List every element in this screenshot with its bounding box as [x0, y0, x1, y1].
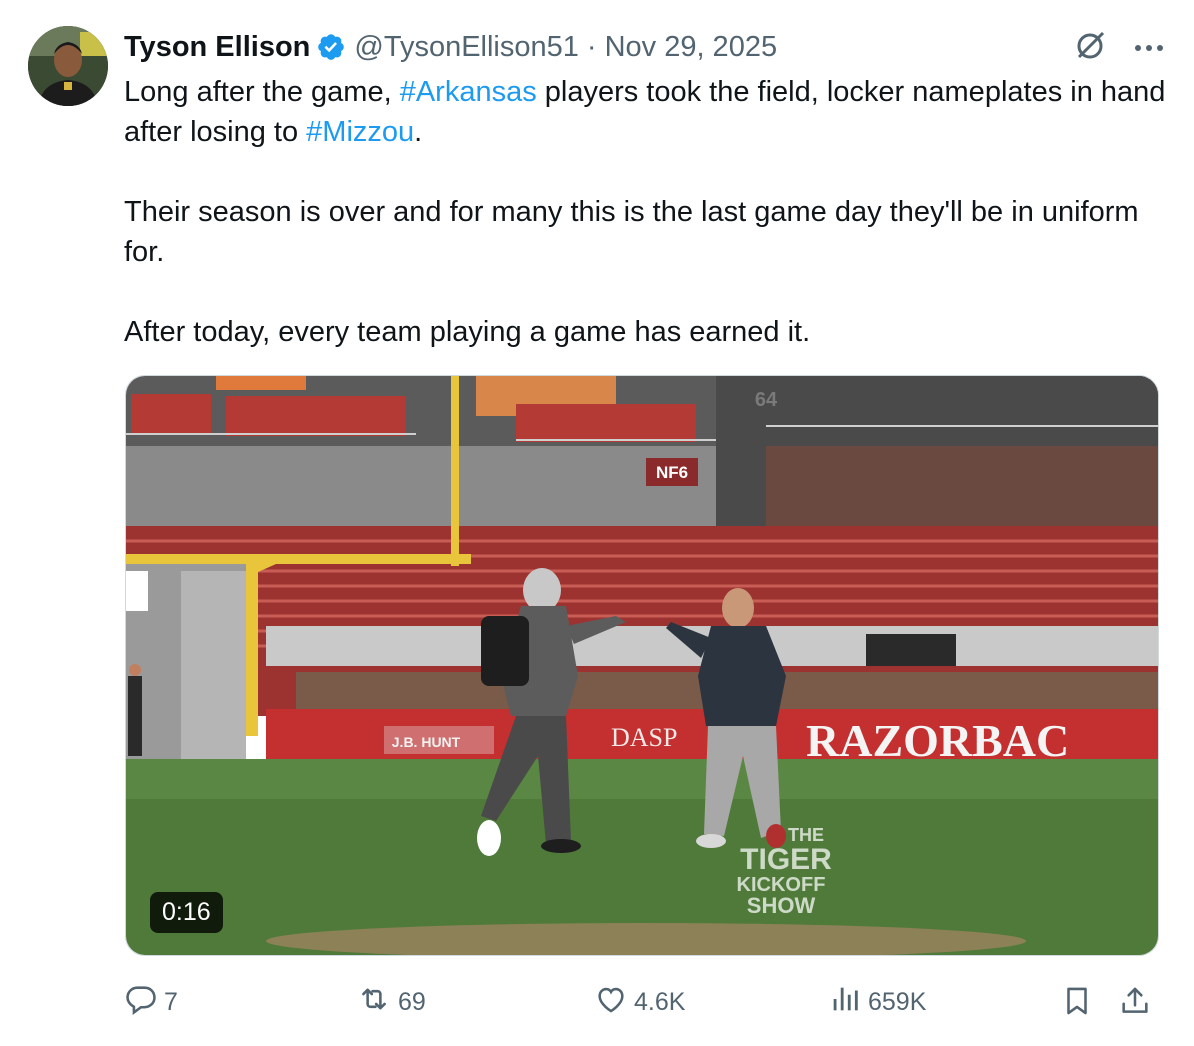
tweet-paragraph: After today, every team playing a game h…: [124, 316, 811, 348]
author-handle[interactable]: @TysonEllison51: [354, 31, 579, 64]
repost-icon: [356, 982, 398, 1023]
repost-button[interactable]: 69: [356, 982, 426, 1023]
tweet-paragraph: Long after the game, #Arkansas players t…: [124, 76, 1166, 148]
video-duration: 0:16: [150, 892, 223, 933]
sign-jb-hunt: J.B. HUNT: [392, 734, 461, 750]
more-icon[interactable]: [1134, 40, 1164, 58]
sign-dasp: DASP: [611, 723, 677, 752]
hashtag-mizzou[interactable]: #Mizzou: [306, 116, 414, 148]
bookmark-icon: [1060, 982, 1100, 1027]
tweet-paragraph: Their season is over and for many this i…: [124, 196, 1139, 268]
separator-dot: ·: [586, 30, 597, 63]
tweet-header: Tyson Ellison @TysonEllison51 · Nov 29, …: [124, 30, 777, 64]
author-name[interactable]: Tyson Ellison: [124, 31, 310, 64]
hashtag-arkansas[interactable]: #Arkansas: [400, 76, 537, 108]
share-icon: [1118, 982, 1158, 1027]
tweet-actions: 7 69 4.6K 659K: [124, 982, 1164, 1026]
video-player[interactable]: NF6 64 J.B. HUNT DASP RAZORBAC THE TIGER…: [125, 375, 1159, 956]
like-button[interactable]: 4.6K: [594, 982, 685, 1023]
svg-text:SHOW: SHOW: [747, 893, 816, 918]
sign-nf6: NF6: [656, 463, 688, 482]
like-count: 4.6K: [634, 988, 686, 1016]
sign-section: 64: [755, 389, 778, 411]
reply-icon: [124, 982, 164, 1023]
tweet-text: Long after the game, #Arkansas players t…: [124, 72, 1174, 352]
views-count: 659K: [868, 988, 927, 1016]
svg-text:TIGER: TIGER: [740, 843, 832, 876]
sign-razorback: RAZORBAC: [806, 715, 1069, 766]
bookmark-button[interactable]: [1060, 982, 1100, 1027]
tweet-date[interactable]: Nov 29, 2025: [605, 31, 778, 64]
views-button[interactable]: 659K: [828, 982, 926, 1023]
verified-badge-icon: [316, 32, 346, 62]
video-frame: NF6 64 J.B. HUNT DASP RAZORBAC THE TIGER…: [126, 376, 1158, 955]
author-avatar[interactable]: [28, 26, 108, 106]
views-icon: [828, 982, 868, 1023]
share-button[interactable]: [1118, 982, 1158, 1027]
repost-count: 69: [398, 988, 426, 1016]
grok-icon[interactable]: [1072, 28, 1108, 69]
reply-button[interactable]: 7: [124, 982, 178, 1023]
svg-text:THE: THE: [788, 825, 824, 845]
reply-count: 7: [164, 988, 178, 1016]
like-icon: [594, 982, 634, 1023]
